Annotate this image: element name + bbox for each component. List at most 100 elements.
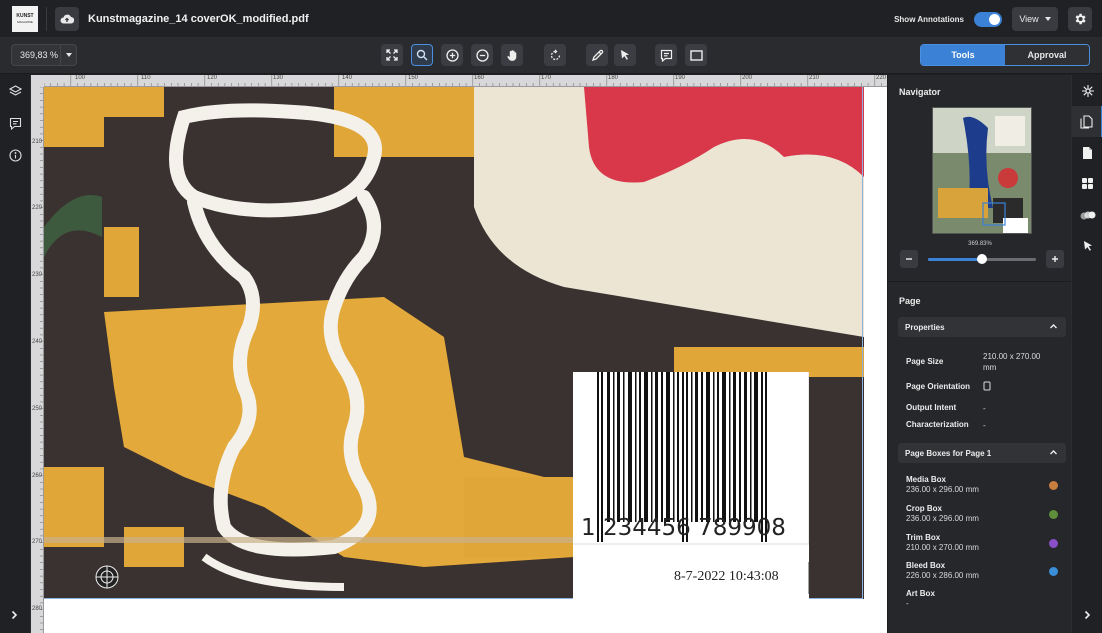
top-bar: KUNST MAGAZINE Kunstmagazine_14 coverOK_… — [0, 0, 1102, 38]
trim-box-item: Trim Box 210.00 x 270.00 mm — [906, 533, 979, 552]
info-button[interactable] — [0, 139, 31, 171]
horizontal-ruler[interactable]: 100 110 120 130 140 150 160 170 180 190 … — [44, 75, 887, 87]
box-name: Media Box — [906, 475, 947, 484]
trim-guide-vertical — [862, 87, 863, 599]
ruler-label: 140 — [342, 75, 353, 81]
minus-icon — [906, 258, 912, 260]
ruler-label: 120 — [207, 75, 218, 81]
slider-handle[interactable] — [977, 254, 987, 264]
tab-approval[interactable]: Approval — [1005, 45, 1089, 65]
ruler-label: 130 — [273, 75, 284, 81]
zoom-select[interactable]: 369,83 % — [11, 44, 77, 66]
select-tool[interactable] — [614, 44, 636, 66]
navigator-thumbnail[interactable] — [932, 107, 1032, 234]
settings-button[interactable] — [1068, 7, 1092, 31]
file-name: Kunstmagazine_14 coverOK_modified.pdf — [88, 12, 309, 25]
rail-button-grid[interactable] — [1072, 168, 1102, 199]
ruler-label: 160 — [474, 75, 485, 81]
rail-button-pointer[interactable] — [1072, 230, 1102, 261]
page-boxes-header[interactable]: Page Boxes for Page 1 — [898, 443, 1066, 463]
slider-fill — [928, 258, 982, 261]
page-size-label: Page Size — [906, 357, 944, 366]
tab-tools[interactable]: Tools — [921, 45, 1005, 65]
characterization-value: - — [983, 421, 986, 430]
box-size: 226.00 x 286.00 mm — [906, 571, 979, 580]
navigator-title: Navigator — [899, 87, 941, 97]
box-name: Trim Box — [906, 533, 941, 542]
bleed-box-item: Bleed Box 226.00 x 286.00 mm — [906, 561, 979, 580]
rail-button-document[interactable] — [1072, 137, 1102, 168]
top-right-controls: Show Annotations View — [894, 7, 1092, 31]
divider — [46, 6, 47, 31]
caret-down-icon — [1044, 17, 1051, 21]
ruler-label: 150 — [408, 75, 419, 81]
zoom-in-icon — [445, 48, 459, 62]
right-icon-rail — [1071, 75, 1102, 633]
grid-icon — [1082, 178, 1093, 189]
zoom-tool[interactable] — [411, 44, 433, 66]
comments-button[interactable] — [0, 107, 31, 139]
show-annotations-toggle[interactable] — [974, 11, 1002, 27]
page-boxes-header-label: Page Boxes for Page 1 — [905, 448, 992, 458]
eyedropper-tool[interactable] — [586, 44, 608, 66]
navigator-zoom-slider[interactable] — [928, 254, 1036, 264]
zoom-out-icon — [475, 48, 489, 62]
zoom-dropdown-button[interactable] — [60, 45, 76, 65]
ruler-label: 260 — [32, 473, 43, 479]
fit-page-icon — [386, 49, 398, 61]
page-orientation-value — [983, 381, 991, 394]
expand-right-button[interactable] — [1082, 607, 1092, 625]
caret-down-icon — [65, 53, 72, 57]
ruler-label: 220 — [876, 75, 887, 81]
zoom-value: 369,83 % — [20, 50, 59, 60]
box-name: Art Box — [906, 589, 935, 598]
info-icon — [9, 148, 22, 162]
ruler-corner — [31, 75, 44, 87]
show-annotations-label: Show Annotations — [894, 14, 964, 24]
trim-box-color-dot[interactable] — [1049, 539, 1058, 548]
zoom-in-tool[interactable] — [441, 44, 463, 66]
rotate-tool[interactable] — [544, 44, 566, 66]
layers-button[interactable] — [0, 75, 31, 107]
expand-left-button[interactable] — [9, 607, 19, 625]
box-size: 236.00 x 296.00 mm — [906, 485, 979, 494]
zoom-out-tool[interactable] — [471, 44, 493, 66]
chevron-up-icon — [1050, 324, 1057, 329]
separations-icon — [1080, 211, 1095, 219]
navigator-zoom-out-button[interactable] — [900, 250, 918, 268]
page-section-title: Page — [899, 296, 921, 306]
vertical-ruler[interactable]: 210 220 230 240 250 260 270 280 — [31, 87, 44, 633]
rotate-icon — [550, 49, 560, 60]
rail-button-sparkle[interactable] — [1072, 75, 1102, 106]
ruler-label: 220 — [32, 205, 43, 211]
page-size-value: 210.00 x 270.00 mm — [983, 352, 1041, 372]
properties-header[interactable]: Properties — [898, 317, 1066, 337]
pan-tool[interactable] — [501, 44, 523, 66]
divider — [888, 281, 1072, 282]
fit-page-tool[interactable] — [381, 44, 403, 66]
hand-icon — [506, 49, 516, 61]
box-size: 210.00 x 270.00 mm — [906, 543, 979, 552]
pointer-icon — [621, 50, 629, 60]
pages-icon — [1080, 114, 1093, 129]
view-menu-button[interactable]: View — [1012, 7, 1058, 31]
bleed-box-color-dot[interactable] — [1049, 567, 1058, 576]
magnifier-icon — [416, 49, 428, 61]
barcode-area — [573, 372, 858, 599]
media-box-color-dot[interactable] — [1049, 481, 1058, 490]
comment-tool[interactable] — [655, 44, 677, 66]
portrait-icon — [983, 381, 991, 391]
chevron-up-icon — [1050, 450, 1057, 455]
rail-button-separations[interactable] — [1072, 199, 1102, 230]
cloud-upload-button[interactable] — [55, 6, 79, 31]
rectangle-tool[interactable] — [685, 44, 707, 66]
ruler-label: 180 — [608, 75, 619, 81]
app-window: KUNST MAGAZINE Kunstmagazine_14 coverOK_… — [0, 0, 1102, 633]
crop-box-color-dot[interactable] — [1049, 510, 1058, 519]
document-canvas[interactable]: 1 234456 789908 8-7-2022 10:43:08 — [44, 87, 887, 633]
rail-button-pages[interactable] — [1072, 106, 1102, 137]
navigator-zoom-in-button[interactable] — [1046, 250, 1064, 268]
mode-tabs: Tools Approval — [920, 44, 1090, 66]
pointer-icon — [1083, 240, 1092, 251]
properties-header-label: Properties — [905, 322, 945, 332]
